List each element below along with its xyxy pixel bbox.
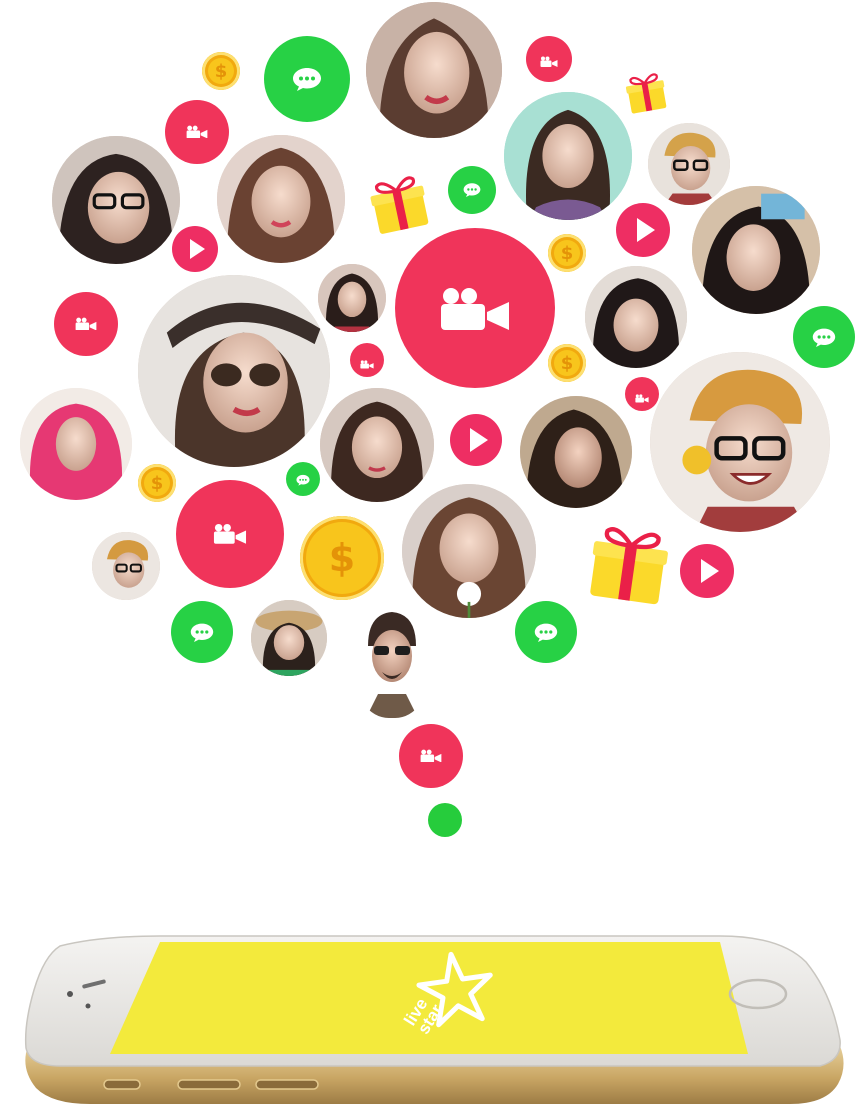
gift-box-icon: [621, 67, 672, 118]
video-camera-icon: [635, 390, 649, 403]
play-icon: [636, 218, 655, 242]
chat-bubble-icon: [190, 622, 214, 643]
avatar[interactable]: [402, 484, 536, 618]
chat-bubble[interactable]: [793, 306, 855, 368]
avatar[interactable]: [585, 266, 687, 368]
chat-bubble[interactable]: [286, 462, 320, 496]
play-bubble[interactable]: [616, 203, 670, 257]
chat-bubble[interactable]: [264, 36, 350, 122]
video-camera-icon: [439, 286, 511, 330]
avatar[interactable]: [92, 532, 160, 600]
avatar[interactable]: [52, 136, 180, 264]
chat-bubble[interactable]: [171, 601, 233, 663]
chat-bubble-icon: [296, 473, 310, 486]
dollar-coin-icon: $: [300, 516, 384, 600]
avatar[interactable]: [520, 396, 632, 508]
avatar[interactable]: [692, 186, 820, 314]
avatar[interactable]: [20, 388, 132, 500]
dollar-coin-icon: $: [138, 464, 176, 502]
chat-bubble-icon: [812, 327, 836, 348]
chat-bubble-icon: [292, 66, 322, 92]
dollar-coin-icon: $: [548, 234, 586, 272]
video-camera-icon: [540, 54, 558, 67]
video-camera-icon: [420, 749, 442, 763]
chat-bubble[interactable]: [448, 166, 496, 214]
play-icon: [469, 428, 488, 452]
play-bubble[interactable]: [450, 414, 502, 466]
dollar-coin-icon: $: [202, 52, 240, 90]
promo-illustration: $ $ $ $ $ live star: [0, 0, 856, 1108]
video-camera-icon: [186, 125, 208, 139]
avatar[interactable]: [217, 135, 345, 263]
video-bubble[interactable]: [165, 100, 229, 164]
play-bubble[interactable]: [680, 544, 734, 598]
video-camera-icon: [360, 356, 374, 369]
avatar[interactable]: [138, 275, 330, 467]
play-icon: [189, 239, 205, 259]
play-icon: [700, 559, 719, 583]
video-bubble[interactable]: [176, 480, 284, 588]
avatar[interactable]: [320, 388, 434, 502]
video-bubble[interactable]: [526, 36, 572, 82]
gift-box-icon: [362, 166, 436, 240]
video-camera-icon: [213, 523, 247, 545]
play-bubble[interactable]: [172, 226, 218, 272]
avatar[interactable]: [650, 352, 830, 532]
dollar-coin-icon: $: [548, 344, 586, 382]
video-bubble[interactable]: [350, 343, 384, 377]
chat-bubble-icon: [463, 182, 481, 198]
video-bubble[interactable]: [54, 292, 118, 356]
gift-box-icon: [580, 514, 677, 611]
green-dot: [428, 803, 462, 837]
avatar[interactable]: [318, 264, 386, 332]
video-bubble[interactable]: [399, 724, 463, 788]
video-bubble[interactable]: [625, 377, 659, 411]
chat-bubble[interactable]: [515, 601, 577, 663]
avatar[interactable]: [504, 92, 632, 220]
avatar[interactable]: [648, 123, 730, 205]
video-bubble[interactable]: [395, 228, 555, 388]
avatar[interactable]: [352, 606, 432, 718]
video-camera-icon: [75, 317, 97, 331]
avatar[interactable]: [366, 2, 502, 138]
chat-bubble-icon: [534, 622, 558, 643]
avatar[interactable]: [251, 600, 327, 676]
